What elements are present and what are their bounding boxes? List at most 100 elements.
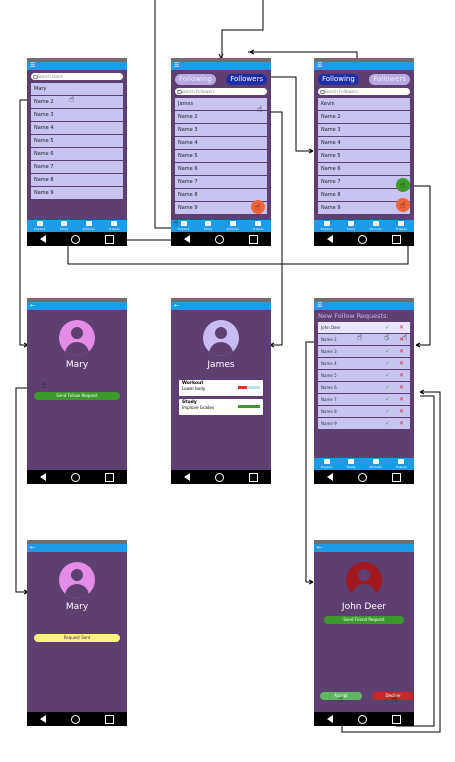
decline-x-icon[interactable]: ✕ <box>399 418 404 429</box>
tab-friends[interactable]: Friends <box>396 221 407 231</box>
request-row[interactable]: Name 2 ✓ ✕ <box>318 334 410 346</box>
tab-study[interactable]: Study <box>204 221 212 231</box>
menu-icon[interactable]: ☰ <box>174 62 179 69</box>
accept-check-icon[interactable]: ✓ <box>385 370 390 381</box>
list-item[interactable]: Name 8 <box>31 174 123 187</box>
list-item[interactable]: Name 2 <box>318 111 410 124</box>
accept-check-icon[interactable]: ✓ <box>385 418 390 429</box>
decline-x-icon[interactable]: ✕ <box>399 358 404 369</box>
request-row[interactable]: Name 6 ✓ ✕ <box>318 382 410 394</box>
list-item[interactable]: Name 7 <box>175 176 267 189</box>
tab-explore[interactable]: Explore <box>34 221 45 231</box>
request-row[interactable]: Name 9 ✓ ✕ <box>318 418 410 430</box>
list-item[interactable]: Name 3 <box>31 109 123 122</box>
back-icon[interactable] <box>326 235 333 243</box>
goal-card[interactable]: Study Improve Grades <box>179 399 263 415</box>
accept-check-icon[interactable]: ✓ <box>385 346 390 357</box>
request-sent-button[interactable]: Request Sent <box>34 634 120 642</box>
list-item[interactable]: Name 7 <box>31 161 123 174</box>
recents-icon[interactable] <box>392 714 402 724</box>
recents-icon[interactable] <box>392 472 402 482</box>
list-item[interactable]: Name 3 <box>318 124 410 137</box>
recents-icon[interactable] <box>105 234 115 244</box>
list-item[interactable]: Mary <box>31 83 123 96</box>
request-row[interactable]: Name 8 ✓ ✕ <box>318 406 410 418</box>
list-item[interactable]: Name 5 <box>31 135 123 148</box>
list-item[interactable]: Name 5 <box>318 150 410 163</box>
accept-check-icon[interactable]: ✓ <box>385 394 390 405</box>
back-arrow-icon[interactable]: ← <box>317 544 322 551</box>
list-item[interactable]: Name 8 <box>318 189 410 202</box>
recents-icon[interactable] <box>105 714 115 724</box>
tab-explore[interactable]: Explore <box>321 221 332 231</box>
following-toggle[interactable]: Following <box>318 74 359 85</box>
back-icon[interactable] <box>326 473 333 481</box>
request-row[interactable]: Name 5 ✓ ✕ <box>318 370 410 382</box>
list-item[interactable]: Name 5 <box>175 150 267 163</box>
accept-check-icon[interactable]: ✓ <box>385 358 390 369</box>
list-item[interactable]: Name 2 <box>175 111 267 124</box>
recents-icon[interactable] <box>392 234 402 244</box>
home-icon[interactable] <box>357 714 367 724</box>
home-icon[interactable] <box>357 234 367 244</box>
request-row[interactable]: John Deer ✓ ✕ <box>318 322 410 334</box>
tab-friends[interactable]: Friends <box>253 221 264 231</box>
tab-pomodo[interactable]: Pomodo <box>370 221 382 231</box>
decline-x-icon[interactable]: ✕ <box>399 346 404 357</box>
list-item[interactable]: Name 4 <box>31 122 123 135</box>
home-icon[interactable] <box>357 472 367 482</box>
followers-toggle[interactable]: Followers <box>369 74 410 85</box>
list-item[interactable]: Name 8 <box>175 189 267 202</box>
back-icon[interactable] <box>183 235 190 243</box>
send-follow-request-button[interactable]: Send Follow Request <box>34 392 120 400</box>
decline-x-icon[interactable]: ✕ <box>399 406 404 417</box>
menu-icon[interactable]: ☰ <box>30 62 35 69</box>
following-toggle[interactable]: Following <box>175 74 216 85</box>
list-item[interactable]: Kevin <box>318 98 410 111</box>
list-item[interactable]: Name 3 <box>175 124 267 137</box>
tab-study[interactable]: Study <box>60 221 68 231</box>
accept-check-icon[interactable]: ✓ <box>385 322 390 333</box>
goal-card[interactable]: Workout Lower body <box>179 380 263 396</box>
search-input[interactable]: Search Users <box>31 73 123 80</box>
tab-pomodo[interactable]: Pomodo <box>370 459 382 469</box>
recents-icon[interactable] <box>105 472 115 482</box>
back-icon[interactable] <box>39 473 46 481</box>
request-row[interactable]: Name 7 ✓ ✕ <box>318 394 410 406</box>
home-icon[interactable] <box>70 472 80 482</box>
home-icon[interactable] <box>70 234 80 244</box>
list-item[interactable]: Name 2 <box>31 96 123 109</box>
back-icon[interactable] <box>39 715 46 723</box>
back-icon[interactable] <box>183 473 190 481</box>
tab-explore[interactable]: Explore <box>321 459 332 469</box>
accept-check-icon[interactable]: ✓ <box>385 406 390 417</box>
back-arrow-icon[interactable]: ← <box>30 544 35 551</box>
back-icon[interactable] <box>39 235 46 243</box>
home-icon[interactable] <box>214 234 224 244</box>
back-arrow-icon[interactable]: ← <box>30 302 35 309</box>
home-icon[interactable] <box>214 472 224 482</box>
search-input[interactable]: Search Followers <box>175 88 267 95</box>
request-row[interactable]: Name 4 ✓ ✕ <box>318 358 410 370</box>
accept-check-icon[interactable]: ✓ <box>385 382 390 393</box>
tab-study[interactable]: Study <box>347 221 355 231</box>
recents-icon[interactable] <box>249 234 259 244</box>
decline-x-icon[interactable]: ✕ <box>399 322 404 333</box>
list-item[interactable]: Name 6 <box>31 148 123 161</box>
list-item[interactable]: Name 6 <box>318 163 410 176</box>
list-item[interactable]: Name 4 <box>175 137 267 150</box>
home-icon[interactable] <box>70 714 80 724</box>
decline-x-icon[interactable]: ✕ <box>399 394 404 405</box>
back-icon[interactable] <box>326 715 333 723</box>
decline-x-icon[interactable]: ✕ <box>399 370 404 381</box>
search-input[interactable]: Search Followers <box>318 88 410 95</box>
list-item[interactable]: Name 4 <box>318 137 410 150</box>
menu-icon[interactable]: ☰ <box>317 62 322 69</box>
tab-study[interactable]: Study <box>347 459 355 469</box>
list-item[interactable]: Name 9 <box>31 187 123 200</box>
tab-friends[interactable]: Friends <box>109 221 120 231</box>
tab-friends[interactable]: Friends <box>396 459 407 469</box>
request-row[interactable]: Name 3 ✓ ✕ <box>318 346 410 358</box>
list-item[interactable]: James <box>175 98 267 111</box>
send-friend-request-button[interactable]: Send Friend Request <box>324 616 404 624</box>
